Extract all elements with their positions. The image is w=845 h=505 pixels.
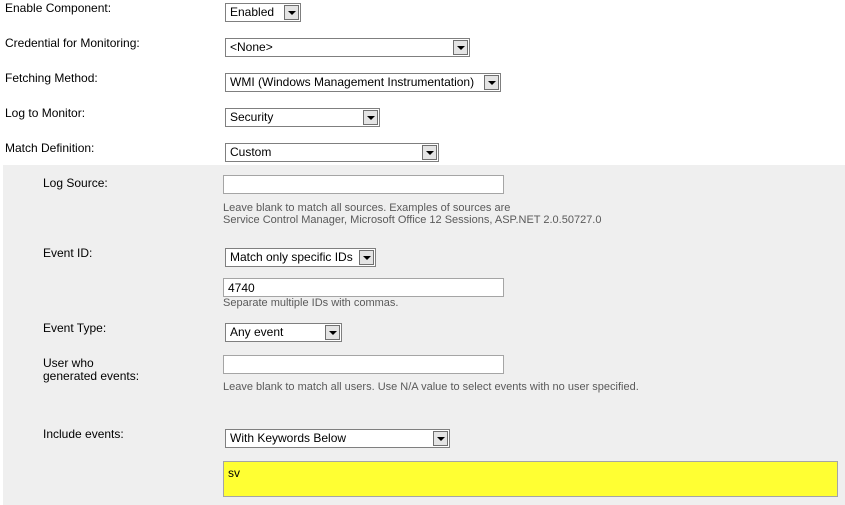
user-hint: Leave blank to match all users. Use N/A … bbox=[223, 381, 639, 393]
event-id-input[interactable] bbox=[223, 278, 504, 297]
log-source-hint-line2: Service Control Manager, Microsoft Offic… bbox=[223, 214, 602, 226]
fetching-method-select[interactable]: WMI (Windows Management Instrumentation) bbox=[225, 73, 501, 92]
log-to-monitor-select[interactable]: Security bbox=[225, 108, 380, 127]
component-settings-form: Enable Component: Enabled Credential for… bbox=[0, 0, 845, 505]
log-source-hint-line1: Leave blank to match all sources. Exampl… bbox=[223, 202, 511, 214]
enable-component-value: Enabled bbox=[230, 5, 275, 19]
chevron-down-icon[interactable] bbox=[422, 145, 437, 160]
enable-component-label: Enable Component: bbox=[5, 1, 112, 15]
event-id-mode-select[interactable]: Match only specific IDs bbox=[225, 248, 376, 267]
event-id-label: Event ID: bbox=[43, 246, 93, 260]
credential-select[interactable]: <None> bbox=[225, 38, 470, 57]
fetching-method-value: WMI (Windows Management Instrumentation) bbox=[230, 75, 475, 89]
log-source-input[interactable] bbox=[223, 175, 504, 194]
include-events-label: Include events: bbox=[43, 427, 124, 441]
include-events-select[interactable]: With Keywords Below bbox=[225, 429, 450, 448]
user-label-line1: User who bbox=[43, 356, 94, 370]
event-id-mode-value: Match only specific IDs bbox=[230, 250, 353, 264]
log-source-label: Log Source: bbox=[43, 176, 108, 190]
user-input[interactable] bbox=[223, 355, 504, 374]
log-to-monitor-label: Log to Monitor: bbox=[5, 106, 86, 120]
event-type-value: Any event bbox=[230, 325, 284, 339]
chevron-down-icon[interactable] bbox=[484, 75, 499, 90]
log-to-monitor-value: Security bbox=[230, 110, 274, 124]
fetching-method-label: Fetching Method: bbox=[5, 71, 98, 85]
chevron-down-icon[interactable] bbox=[359, 250, 374, 265]
event-type-select[interactable]: Any event bbox=[225, 323, 342, 342]
match-definition-select[interactable]: Custom bbox=[225, 143, 439, 162]
chevron-down-icon[interactable] bbox=[284, 5, 299, 20]
credential-value: <None> bbox=[230, 40, 273, 54]
chevron-down-icon[interactable] bbox=[363, 110, 378, 125]
user-label-line2: generated events: bbox=[43, 369, 140, 383]
chevron-down-icon[interactable] bbox=[453, 40, 468, 55]
keywords-textarea[interactable]: sv bbox=[223, 461, 838, 497]
include-events-value: With Keywords Below bbox=[230, 431, 347, 445]
event-type-label: Event Type: bbox=[43, 321, 107, 335]
event-id-hint: Separate multiple IDs with commas. bbox=[223, 297, 399, 309]
credential-label: Credential for Monitoring: bbox=[5, 36, 140, 50]
match-definition-value: Custom bbox=[230, 145, 272, 159]
match-definition-label: Match Definition: bbox=[5, 141, 95, 155]
chevron-down-icon[interactable] bbox=[433, 431, 448, 446]
chevron-down-icon[interactable] bbox=[325, 325, 340, 340]
enable-component-select[interactable]: Enabled bbox=[225, 3, 301, 22]
